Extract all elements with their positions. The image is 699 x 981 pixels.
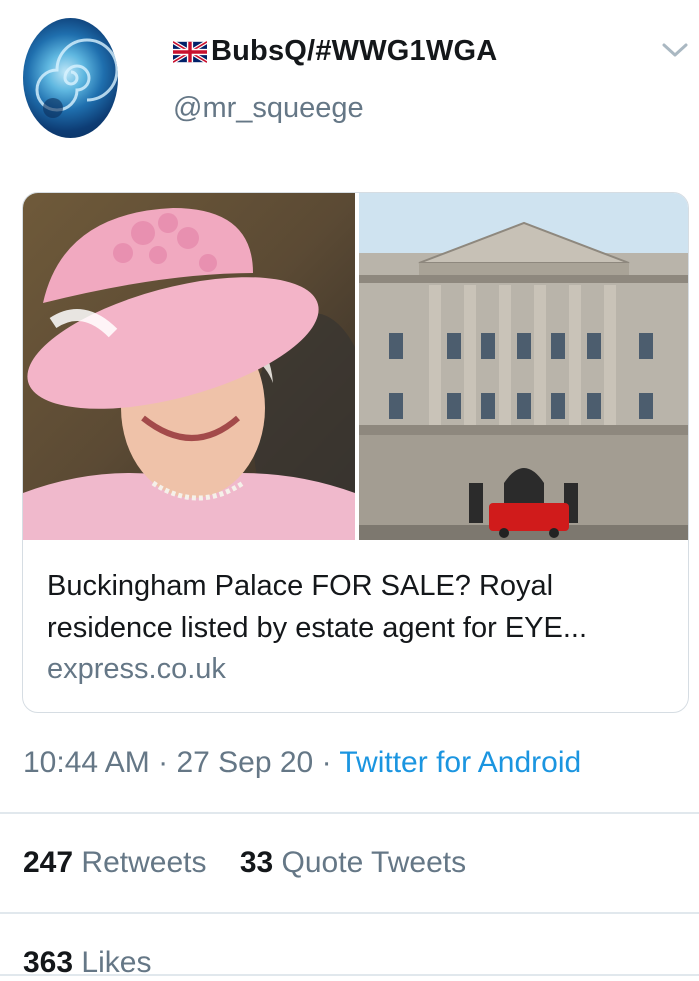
tweet-source-link[interactable]: Twitter for Android (339, 746, 581, 779)
display-name-text: BubsQ/#WWG1WGA (211, 35, 498, 67)
meta-separator: · (158, 746, 169, 779)
retweets-stat[interactable]: 247 Retweets (23, 846, 206, 879)
quote-tweets-stat[interactable]: 33 Quote Tweets (240, 846, 466, 879)
display-name[interactable]: BubsQ/#WWG1WGA (173, 35, 497, 68)
meta-separator: · (321, 746, 332, 779)
quote-tweets-label: Quote Tweets (281, 846, 467, 879)
chevron-down-icon[interactable] (660, 40, 690, 60)
retweets-label: Retweets (81, 846, 207, 879)
uk-flag-icon (173, 40, 207, 63)
retweets-count: 247 (23, 846, 74, 879)
user-handle[interactable]: @mr_squeege (173, 92, 364, 125)
quote-tweets-count: 33 (239, 846, 274, 879)
card-domain[interactable]: express.co.uk (47, 653, 226, 686)
card-title[interactable]: Buckingham Palace FOR SALE? Royal reside… (47, 565, 667, 649)
avatar[interactable] (23, 18, 118, 138)
card-image-left (23, 193, 355, 540)
tweet-meta: 10:44 AM · 27 Sep 20 · Twitter for Andro… (23, 746, 581, 780)
tweet-date[interactable]: 27 Sep 20 (176, 746, 313, 779)
divider (0, 912, 699, 914)
tweet-time[interactable]: 10:44 AM (23, 746, 150, 779)
spiral-avatar-image (35, 38, 118, 118)
divider (0, 974, 699, 976)
divider (0, 812, 699, 814)
card-image-right (359, 193, 688, 540)
link-card[interactable]: Buckingham Palace FOR SALE? Royal reside… (22, 192, 689, 713)
engagement-stats: 247 Retweets 33 Quote Tweets (23, 846, 466, 880)
